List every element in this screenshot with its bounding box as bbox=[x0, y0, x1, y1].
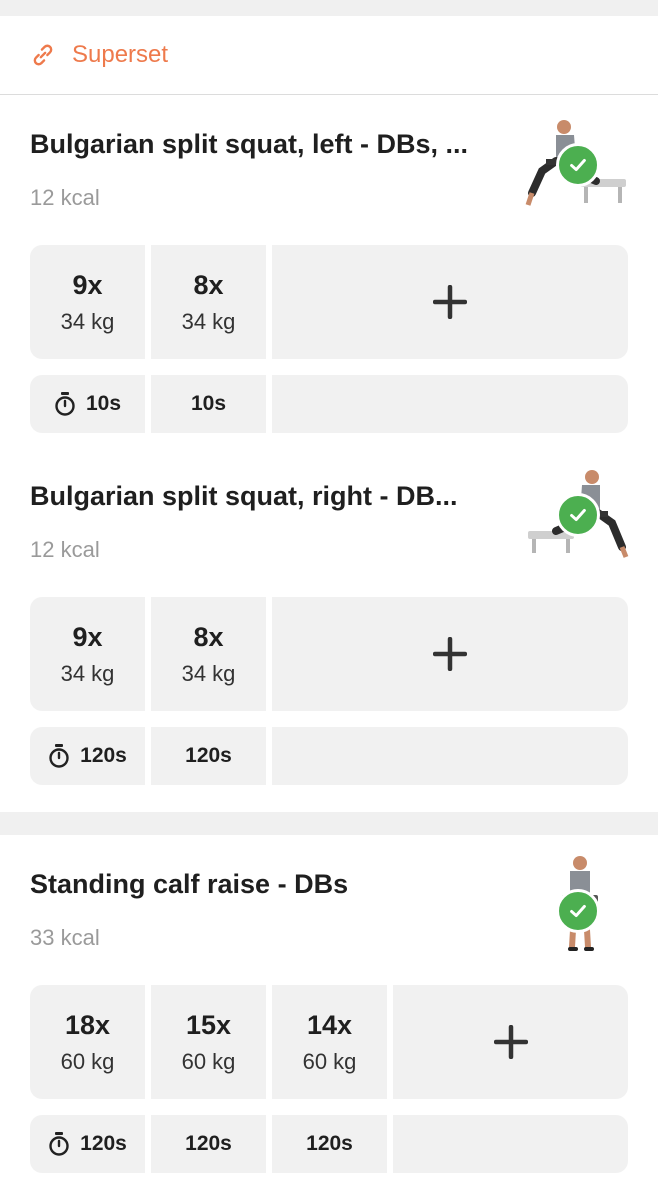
set-reps: 8x bbox=[193, 269, 224, 300]
set-cell[interactable]: 15x 60 kg bbox=[151, 985, 266, 1099]
completed-check-icon bbox=[556, 493, 600, 537]
set-weight: 60 kg bbox=[60, 1048, 115, 1074]
exercise-kcal: 12 kcal bbox=[30, 537, 100, 562]
timer-icon bbox=[55, 392, 75, 416]
exercise-item[interactable]: Bulgarian split squat, right - DB... 12 … bbox=[0, 447, 658, 799]
superset-card: Superset Bulgarian split squat, left - D… bbox=[0, 16, 658, 812]
add-set-button[interactable] bbox=[272, 245, 628, 359]
completed-check-icon bbox=[556, 889, 600, 933]
set-weight: 60 kg bbox=[302, 1048, 357, 1074]
rest-cell[interactable]: 120s bbox=[30, 1115, 145, 1173]
superset-label: Superset bbox=[72, 41, 169, 68]
sets-row: 18x 60 kg 15x 60 kg 14x 60 kg bbox=[30, 985, 628, 1099]
rest-duration: 120s bbox=[306, 1132, 353, 1155]
set-reps: 15x bbox=[185, 1009, 232, 1040]
rest-cell[interactable]: 120s bbox=[30, 727, 145, 785]
exercise-item[interactable]: Standing calf raise - DBs 33 kcal 18x 60… bbox=[0, 835, 658, 1187]
set-cell[interactable]: 8x 34 kg bbox=[151, 597, 266, 711]
rest-empty-cell bbox=[272, 727, 628, 785]
timer-icon bbox=[49, 744, 69, 768]
exercise-title: Bulgarian split squat, left - DBs, ... bbox=[30, 129, 469, 159]
set-reps: 9x bbox=[72, 621, 103, 652]
set-reps: 9x bbox=[72, 269, 103, 300]
plus-icon bbox=[493, 1025, 528, 1059]
plus-icon bbox=[433, 637, 467, 671]
exercise-thumbnail bbox=[522, 467, 632, 577]
exercise-item[interactable]: Bulgarian split squat, left - DBs, ... 1… bbox=[0, 95, 658, 447]
sets-row: 9x 34 kg 8x 34 kg bbox=[30, 245, 628, 359]
add-set-button[interactable] bbox=[272, 597, 628, 711]
set-weight: 34 kg bbox=[181, 660, 236, 686]
set-weight: 34 kg bbox=[60, 308, 115, 334]
rest-duration: 10s bbox=[85, 392, 122, 415]
rests-row: 10s 10s bbox=[30, 375, 628, 433]
set-cell[interactable]: 18x 60 kg bbox=[30, 985, 145, 1099]
rest-duration: 10s bbox=[190, 392, 227, 415]
exercise-thumbnail bbox=[522, 117, 632, 227]
set-cell[interactable]: 14x 60 kg bbox=[272, 985, 387, 1099]
exercise-thumbnail bbox=[526, 851, 636, 961]
set-weight: 34 kg bbox=[181, 308, 236, 334]
rests-row: 120s 120s 120s bbox=[30, 1115, 628, 1173]
set-reps: 8x bbox=[193, 621, 224, 652]
rest-cell[interactable]: 10s bbox=[151, 375, 266, 433]
exercise-card: Standing calf raise - DBs 33 kcal 18x 60… bbox=[0, 835, 658, 1200]
rest-cell[interactable]: 10s bbox=[30, 375, 145, 433]
rest-empty-cell bbox=[272, 375, 628, 433]
rest-cell[interactable]: 120s bbox=[151, 727, 266, 785]
exercise-kcal: 33 kcal bbox=[30, 925, 100, 950]
set-weight: 34 kg bbox=[60, 660, 115, 686]
rest-duration: 120s bbox=[80, 744, 127, 767]
rest-cell[interactable]: 120s bbox=[272, 1115, 387, 1173]
rest-duration: 120s bbox=[185, 744, 232, 767]
rest-cell[interactable]: 120s bbox=[151, 1115, 266, 1173]
plus-icon bbox=[433, 285, 467, 319]
rest-duration: 120s bbox=[185, 1132, 232, 1155]
set-cell[interactable]: 9x 34 kg bbox=[30, 245, 145, 359]
exercise-kcal: 12 kcal bbox=[30, 185, 100, 210]
set-cell[interactable]: 9x 34 kg bbox=[30, 597, 145, 711]
rest-empty-cell bbox=[393, 1115, 628, 1173]
completed-check-icon bbox=[556, 143, 600, 187]
rest-duration: 120s bbox=[80, 1132, 127, 1155]
set-cell[interactable]: 8x 34 kg bbox=[151, 245, 266, 359]
exercise-title: Bulgarian split squat, right - DB... bbox=[30, 481, 458, 511]
sets-row: 9x 34 kg 8x 34 kg bbox=[30, 597, 628, 711]
exercise-title: Standing calf raise - DBs bbox=[30, 869, 349, 899]
add-set-button[interactable] bbox=[393, 985, 628, 1099]
link-icon bbox=[33, 44, 53, 66]
set-weight: 60 kg bbox=[181, 1048, 236, 1074]
superset-header[interactable]: Superset bbox=[0, 16, 658, 95]
set-reps: 18x bbox=[64, 1009, 111, 1040]
rests-row: 120s 120s bbox=[30, 727, 628, 785]
set-reps: 14x bbox=[306, 1009, 353, 1040]
timer-icon bbox=[49, 1132, 69, 1156]
